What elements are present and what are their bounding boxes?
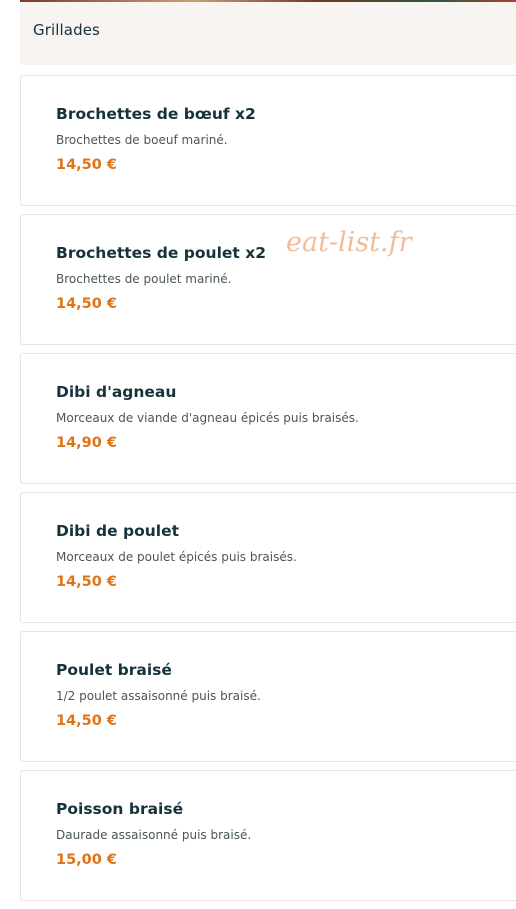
menu-item-price: 14,90 €	[56, 435, 118, 451]
menu-item-name: Brochettes de poulet x2	[56, 244, 266, 262]
menu-item-card[interactable]: Poisson braisé Daurade assaisonné puis b…	[20, 770, 516, 901]
menu-item-description: 1/2 poulet assaisonné puis braisé.	[56, 689, 261, 703]
menu-item-card[interactable]: Brochettes de bœuf x2 Brochettes de boeu…	[20, 75, 516, 206]
menu-item-price: 14,50 €	[56, 296, 118, 312]
menu-item-price: 14,50 €	[56, 574, 118, 590]
menu-item-price: 14,50 €	[56, 713, 118, 729]
watermark: eat-list.fr	[286, 227, 412, 258]
menu-item-card[interactable]: Poulet braisé 1/2 poulet assaisonné puis…	[20, 631, 516, 762]
menu-item-description: Morceaux de poulet épicés puis braisés.	[56, 550, 297, 564]
section-title: Grillades	[33, 21, 100, 39]
menu-item-name: Brochettes de bœuf x2	[56, 105, 256, 123]
menu-item-card[interactable]: Dibi de poulet Morceaux de poulet épicés…	[20, 492, 516, 623]
section-header: Grillades	[20, 2, 516, 65]
menu-item-price: 15,00 €	[56, 852, 118, 868]
menu-item-description: Morceaux de viande d'agneau épicés puis …	[56, 411, 359, 425]
menu-item-name: Poulet braisé	[56, 661, 172, 679]
menu-item-description: Brochettes de poulet mariné.	[56, 272, 232, 286]
menu-item-description: Daurade assaisonné puis braisé.	[56, 828, 252, 842]
menu-item-description: Brochettes de boeuf mariné.	[56, 133, 228, 147]
menu-item-name: Poisson braisé	[56, 800, 184, 818]
menu-item-list: Brochettes de bœuf x2 Brochettes de boeu…	[20, 75, 516, 909]
menu-item-name: Dibi d'agneau	[56, 383, 177, 401]
menu-item-price: 14,50 €	[56, 157, 118, 173]
menu-item-name: Dibi de poulet	[56, 522, 180, 540]
menu-item-card[interactable]: Dibi d'agneau Morceaux de viande d'agnea…	[20, 353, 516, 484]
menu-item-card[interactable]: Brochettes de poulet x2 Brochettes de po…	[20, 214, 516, 345]
